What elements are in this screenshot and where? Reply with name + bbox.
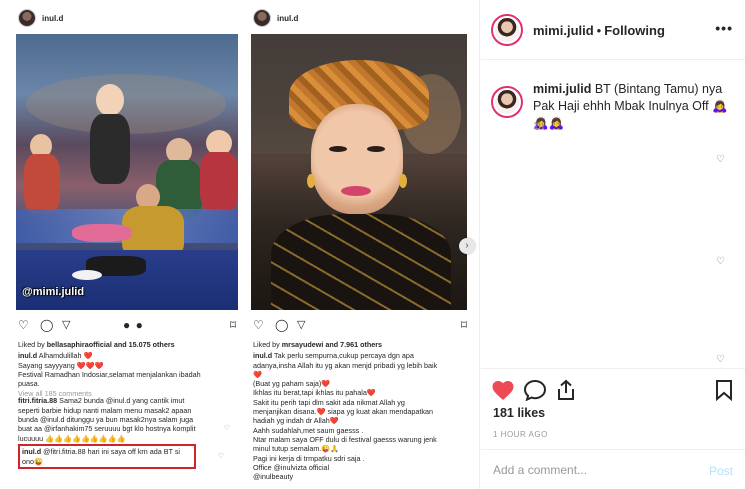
following-button[interactable]: Following bbox=[604, 23, 665, 38]
chevron-right-icon: › bbox=[465, 240, 469, 251]
comment-bubble-icon[interactable] bbox=[523, 379, 547, 406]
embedded-caption-block: Liked by mrsayudewi and 7.961 others inu… bbox=[253, 340, 467, 483]
embedded-liked-by: Liked by mrsayudewi and 7.961 others bbox=[253, 340, 383, 349]
embedded-post-header: inul.d ⋮ bbox=[253, 8, 298, 28]
comment-like-heart-icon[interactable]: ♡ bbox=[716, 154, 725, 165]
highlighted-reply: inul.d @fitri.fitria.88 hari ini saya of… bbox=[18, 444, 224, 469]
embedded-heart-icon: ♡ bbox=[253, 318, 264, 332]
caption-timestamp: 1h bbox=[533, 121, 545, 132]
add-comment-row: Post bbox=[481, 449, 745, 489]
carousel-dots: ● ● bbox=[123, 318, 144, 332]
embedded-avatar bbox=[18, 9, 36, 27]
embedded-comment-icon: ◯ bbox=[275, 318, 289, 332]
embedded-share-icon: ▽ bbox=[297, 319, 306, 331]
post-media[interactable]: inul.d ⋮ @mimi.julid ♡ ◯ ▽ ● ● bbox=[0, 0, 480, 489]
embedded-screenshot-left: inul.d ⋮ @mimi.julid ♡ ◯ ▽ ● ● bbox=[8, 0, 238, 489]
post-header: mimi.julid • Following ••• bbox=[481, 0, 745, 60]
likes-count[interactable]: 181 likes bbox=[493, 406, 545, 420]
embedded-username: inul.d bbox=[277, 13, 299, 23]
embedded-comment-icon: ◯ bbox=[40, 318, 54, 332]
embedded-heart-icon: ♡ bbox=[18, 318, 29, 332]
embedded-comment: fitri.fitria.88 Sama2 bunda @inul.d yang… bbox=[18, 396, 230, 443]
embedded-photo-stage: @mimi.julid bbox=[16, 34, 238, 310]
carousel-next-button[interactable]: › bbox=[459, 238, 475, 254]
post-comment-button[interactable]: Post bbox=[709, 464, 733, 478]
embedded-action-bar: ♡ ◯ ▽ ● ● ⌑ bbox=[18, 318, 236, 334]
embedded-caption: inul.d Alhamdulillah ❤️ Sayang sayyyang … bbox=[18, 351, 201, 389]
embedded-share-icon: ▽ bbox=[62, 319, 71, 331]
author-avatar[interactable] bbox=[491, 14, 523, 46]
embedded-bookmark-icon: ⌑ bbox=[460, 318, 467, 332]
author-header-line: mimi.julid • Following bbox=[533, 23, 665, 38]
embedded-liked-by: Liked by bellasaphiraofficial and 15.075… bbox=[18, 340, 175, 349]
embedded-avatar bbox=[253, 9, 271, 27]
post-sidebar: mimi.julid • Following ••• mimi.julid BT (… bbox=[481, 0, 745, 489]
embedded-post-header: inul.d ⋮ bbox=[18, 8, 63, 28]
bookmark-icon[interactable] bbox=[715, 379, 733, 406]
post-timestamp: 1 HOUR AGO bbox=[493, 430, 548, 439]
heart-filled-icon[interactable] bbox=[491, 379, 515, 406]
comment-like-heart-icon[interactable]: ♡ bbox=[716, 256, 725, 267]
watermark-text: @mimi.julid bbox=[22, 286, 85, 298]
embedded-username: inul.d bbox=[42, 13, 64, 23]
embedded-caption: inul.d Tak perlu sempurna,cukup percaya … bbox=[253, 351, 438, 482]
embedded-caption-block: Liked by bellasaphiraofficial and 15.075… bbox=[18, 340, 232, 469]
post-caption: mimi.julid BT (Bintang Tamu) nya Pak Haj… bbox=[533, 81, 733, 132]
author-username-link[interactable]: mimi.julid bbox=[533, 23, 594, 38]
embedded-action-bar: ♡ ◯ ▽ ⌑ bbox=[253, 318, 471, 334]
embedded-bookmark-icon: ⌑ bbox=[229, 318, 236, 332]
embedded-reply-heart-icon: ♡ bbox=[217, 453, 224, 461]
embedded-screenshot-right: inul.d ⋮ ♡ ◯ ▽ ⌑ Liked by mrsayudewi and… bbox=[243, 0, 475, 489]
caption-username-link[interactable]: mimi.julid bbox=[533, 82, 591, 96]
share-upload-icon[interactable] bbox=[555, 379, 577, 406]
more-options-icon[interactable]: ••• bbox=[715, 20, 733, 36]
separator-dot: • bbox=[596, 23, 602, 38]
embedded-photo-portrait bbox=[251, 34, 467, 310]
caption-avatar[interactable] bbox=[491, 86, 523, 118]
add-comment-input[interactable] bbox=[493, 463, 693, 477]
embedded-comment-heart-icon: ♡ bbox=[223, 425, 230, 433]
comment-like-heart-icon[interactable]: ♡ bbox=[716, 354, 725, 365]
